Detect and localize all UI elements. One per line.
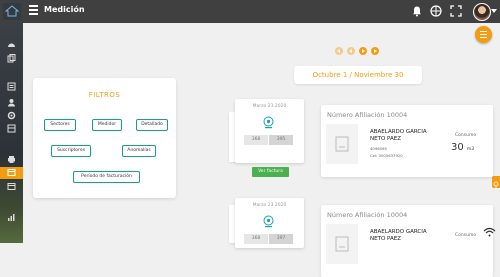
pager-prev-button[interactable]	[347, 47, 355, 55]
expand-icon[interactable]	[450, 5, 462, 17]
current-reading: 395	[269, 135, 293, 145]
filter-periodo-button[interactable]: Período de facturación	[73, 171, 140, 183]
sidebar	[0, 23, 23, 243]
menu-icon[interactable]	[29, 5, 38, 17]
meter-icon	[262, 116, 275, 129]
affiliation-number: Número Afiliación 10004	[327, 211, 408, 219]
sidebar-item-chart[interactable]	[0, 212, 23, 224]
affiliation-card[interactable]: Número Afiliación 10004 ABAELARDO GARCIA…	[321, 105, 493, 177]
app-logo[interactable]	[3, 3, 21, 20]
globe-icon[interactable]	[430, 5, 442, 17]
reading-card[interactable]: Marzo 23 2020 368 397	[235, 198, 304, 248]
subscriber-name: ABAELARDO GARCIA NETO PAEZ	[370, 129, 427, 142]
consumo-unit: m3	[466, 147, 475, 152]
sidebar-item-user[interactable]	[0, 97, 23, 109]
sidebar-item-billing[interactable]	[0, 181, 23, 193]
previous-reading: 368	[244, 135, 268, 145]
filters-panel: FILTROS Sectores Medidor Detallado Suscr…	[33, 78, 176, 198]
chevron-down-icon[interactable]	[491, 9, 497, 13]
bell-icon[interactable]	[411, 5, 423, 17]
affiliation-number: Número Afiliación 10004	[327, 111, 408, 119]
consumo-label: Consumo	[455, 133, 477, 138]
filter-sectores-button[interactable]: Sectores	[44, 119, 76, 131]
sidebar-item-reports[interactable]	[0, 123, 23, 135]
sidebar-item-copy[interactable]	[0, 53, 23, 65]
user-photo-placeholder	[326, 224, 358, 264]
user-photo-placeholder	[326, 124, 358, 164]
avatar[interactable]	[473, 3, 491, 21]
pager-next-button[interactable]	[359, 47, 367, 55]
filter-anomalias-button[interactable]: Anomalías	[122, 145, 156, 157]
filters-title: FILTROS	[88, 91, 121, 99]
subscriber-name: ABAELARDO GARCIA NETO PAEZ	[370, 229, 427, 242]
consumo-value: 30 m3	[451, 142, 474, 153]
subscriber-id: 4096065	[370, 146, 387, 151]
period-banner: Octubre 1 / Noviembre 30	[294, 66, 422, 84]
sidebar-item-list[interactable]	[0, 81, 23, 93]
top-bar: Medición	[0, 0, 500, 23]
subscriber-phone: Cel: 3005637920	[370, 153, 403, 158]
side-panel-toggle[interactable]	[492, 176, 500, 188]
page-title: Medición	[44, 5, 85, 14]
reading-date: Marzo 23 2020	[252, 203, 287, 208]
affiliation-card[interactable]: Número Afiliación 10004 ABAELARDO GARCIA…	[321, 205, 493, 277]
wifi-icon	[483, 227, 496, 237]
filter-detallado-button[interactable]: Detallado	[136, 119, 168, 131]
sidebar-item-dashboard[interactable]	[0, 39, 23, 51]
sidebar-item-settings[interactable]	[0, 110, 23, 122]
consumo-label: Consumo	[455, 233, 477, 238]
sidebar-item-medicion[interactable]	[0, 167, 23, 179]
fab-menu-button[interactable]	[475, 26, 492, 43]
pager-first-button[interactable]	[335, 47, 343, 55]
sidebar-item-print[interactable]	[0, 154, 23, 166]
reading-date: Marzo 23 2020	[252, 104, 287, 109]
filter-suscriptores-button[interactable]: Suscriptores	[51, 145, 91, 157]
reading-card[interactable]: Marzo 23 2020 368 395	[235, 99, 304, 163]
filter-medidor-button[interactable]: Medidor	[92, 119, 122, 131]
meter-icon	[262, 215, 275, 228]
pager-last-button[interactable]	[371, 47, 379, 55]
ver-factura-button[interactable]: Ver factura	[252, 167, 289, 177]
consumo-number: 30	[451, 142, 464, 153]
